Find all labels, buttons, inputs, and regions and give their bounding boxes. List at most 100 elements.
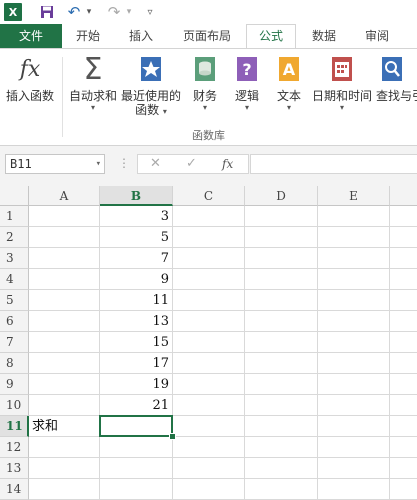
tab-page-layout[interactable]: 页面布局 — [168, 24, 246, 48]
cell-b8[interactable]: 17 — [100, 353, 173, 374]
tab-data[interactable]: 数据 — [298, 24, 350, 48]
column-header-overflow[interactable] — [390, 186, 417, 206]
cell-d13[interactable] — [245, 458, 318, 479]
lookup-reference-button[interactable]: 查找与引 — [376, 55, 417, 103]
column-header-c[interactable]: C — [173, 186, 245, 206]
cancel-icon[interactable]: ✕ — [150, 155, 161, 173]
cell-e12[interactable] — [318, 437, 390, 458]
cell-d3[interactable] — [245, 248, 318, 269]
fill-handle[interactable] — [169, 433, 176, 440]
cell-b13[interactable] — [100, 458, 173, 479]
row-header-14[interactable]: 14 — [0, 479, 29, 500]
undo-icon[interactable]: ↶ — [66, 3, 82, 21]
cell-a10[interactable] — [29, 395, 100, 416]
cell-c14[interactable] — [173, 479, 245, 500]
cell-c3[interactable] — [173, 248, 245, 269]
cell-a9[interactable] — [29, 374, 100, 395]
cell-c11[interactable] — [173, 416, 245, 437]
row-header-13[interactable]: 13 — [0, 458, 29, 479]
row-header-3[interactable]: 3 — [0, 248, 29, 269]
cell-f5[interactable] — [390, 290, 417, 311]
row-header-9[interactable]: 9 — [0, 374, 29, 395]
cell-e3[interactable] — [318, 248, 390, 269]
cell-f4[interactable] — [390, 269, 417, 290]
tab-file[interactable]: 文件 — [0, 24, 62, 48]
cell-e14[interactable] — [318, 479, 390, 500]
column-header-e[interactable]: E — [318, 186, 390, 206]
date-time-button[interactable]: 日期和时间 ▾ — [310, 55, 374, 113]
insert-function-button[interactable]: fx 插入函数 — [4, 55, 56, 104]
cell-d8[interactable] — [245, 353, 318, 374]
cell-e5[interactable] — [318, 290, 390, 311]
cell-a12[interactable] — [29, 437, 100, 458]
cell-f3[interactable] — [390, 248, 417, 269]
row-header-4[interactable]: 4 — [0, 269, 29, 290]
chevron-down-icon[interactable]: ▾ — [96, 155, 101, 173]
row-header-2[interactable]: 2 — [0, 227, 29, 248]
cell-a14[interactable] — [29, 479, 100, 500]
cell-c7[interactable] — [173, 332, 245, 353]
row-header-11[interactable]: 11 — [0, 416, 29, 437]
cell-f9[interactable] — [390, 374, 417, 395]
cell-d6[interactable] — [245, 311, 318, 332]
tab-review[interactable]: 审阅 — [350, 24, 404, 48]
undo-dropdown-icon[interactable]: ▾ — [84, 3, 94, 21]
cell-b2[interactable]: 5 — [100, 227, 173, 248]
row-header-10[interactable]: 10 — [0, 395, 29, 416]
cell-c4[interactable] — [173, 269, 245, 290]
cell-b1[interactable]: 3 — [100, 206, 173, 227]
text-button[interactable]: A 文本 ▾ — [270, 55, 308, 113]
redo-icon[interactable]: ↷ — [106, 3, 122, 21]
name-box[interactable]: B11 ▾ — [5, 154, 105, 174]
tab-insert[interactable]: 插入 — [114, 24, 168, 48]
save-icon[interactable] — [38, 3, 56, 21]
cell-a7[interactable] — [29, 332, 100, 353]
cell-b10[interactable]: 21 — [100, 395, 173, 416]
cell-d5[interactable] — [245, 290, 318, 311]
cell-a5[interactable] — [29, 290, 100, 311]
tab-home[interactable]: 开始 — [62, 24, 114, 48]
cell-d10[interactable] — [245, 395, 318, 416]
resize-handle-icon[interactable]: ⋮ — [118, 156, 130, 170]
cell-f1[interactable] — [390, 206, 417, 227]
cell-d9[interactable] — [245, 374, 318, 395]
cell-c6[interactable] — [173, 311, 245, 332]
cell-b12[interactable] — [100, 437, 173, 458]
cell-b4[interactable]: 9 — [100, 269, 173, 290]
cell-c10[interactable] — [173, 395, 245, 416]
cell-a4[interactable] — [29, 269, 100, 290]
redo-dropdown-icon[interactable]: ▾ — [124, 3, 134, 21]
cell-e11[interactable] — [318, 416, 390, 437]
cell-d1[interactable] — [245, 206, 318, 227]
cell-b9[interactable]: 19 — [100, 374, 173, 395]
cell-a6[interactable] — [29, 311, 100, 332]
cell-e8[interactable] — [318, 353, 390, 374]
cell-c13[interactable] — [173, 458, 245, 479]
cell-e2[interactable] — [318, 227, 390, 248]
logical-button[interactable]: ? 逻辑 ▾ — [228, 55, 266, 113]
tab-formulas[interactable]: 公式 — [246, 24, 296, 49]
cell-a13[interactable] — [29, 458, 100, 479]
autosum-button[interactable]: Σ 自动求和 ▾ — [66, 52, 120, 113]
cell-e4[interactable] — [318, 269, 390, 290]
cell-b6[interactable]: 13 — [100, 311, 173, 332]
cell-c12[interactable] — [173, 437, 245, 458]
column-header-a[interactable]: A — [29, 186, 100, 206]
financial-button[interactable]: 财务 ▾ — [186, 55, 224, 113]
cell-b3[interactable]: 7 — [100, 248, 173, 269]
cell-f14[interactable] — [390, 479, 417, 500]
cell-c8[interactable] — [173, 353, 245, 374]
cell-c2[interactable] — [173, 227, 245, 248]
cell-b14[interactable] — [100, 479, 173, 500]
column-header-b[interactable]: B — [100, 186, 173, 206]
cell-c5[interactable] — [173, 290, 245, 311]
row-header-5[interactable]: 5 — [0, 290, 29, 311]
row-header-6[interactable]: 6 — [0, 311, 29, 332]
cell-b5[interactable]: 11 — [100, 290, 173, 311]
cell-e7[interactable] — [318, 332, 390, 353]
cell-c9[interactable] — [173, 374, 245, 395]
row-header-12[interactable]: 12 — [0, 437, 29, 458]
cell-f8[interactable] — [390, 353, 417, 374]
select-all-corner[interactable] — [0, 186, 29, 206]
cell-f10[interactable] — [390, 395, 417, 416]
